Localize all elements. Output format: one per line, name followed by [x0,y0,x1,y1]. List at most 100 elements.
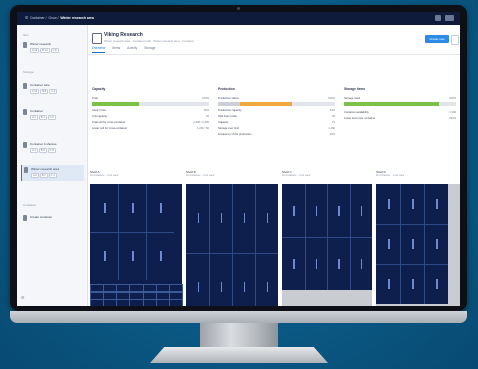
rack-slot-mark [436,239,438,249]
tag: B 6 [38,148,47,153]
sidebar-section-label: Item [23,33,29,37]
container-icon [23,42,27,48]
capacity-panel: Capacity Total 100% Used / Free 40% Unit c… [92,87,209,157]
rack-cell [129,298,144,306]
rack-sublabel: 40 containers · 1 unit used [282,174,311,177]
rack-grid [282,184,372,306]
rack-divider [209,184,210,306]
rack-slot-mark [132,251,134,261]
monitor-stand-neck [200,323,278,347]
rack-card[interactable]: Shelf C 40 containers · 1 unit used [282,170,372,306]
breadcrumb: ☰ Container / Grow / Winter research are… [25,16,94,20]
sidebar-item-label: Winter research area [31,167,60,171]
container-icon [92,33,102,44]
container-icon [24,167,28,173]
tag: B 4 [38,115,47,120]
tag: C 8 [50,48,59,53]
rack-divider [255,184,256,306]
rack-slot-mark [388,199,390,209]
capacity-bar-fill [92,102,139,106]
rack-slot-mark [220,213,222,224]
sidebar-item[interactable]: Container A 4B 4C 6 [21,107,83,123]
sidebar-item-label: Create container [30,215,53,219]
production-bar-fill [240,102,293,106]
sidebar-item-label: Container [30,109,44,113]
rack-slot-mark [132,203,134,213]
breadcrumb-item[interactable]: Grow [48,16,56,20]
rack-slot-mark [197,213,199,224]
divider [88,54,460,55]
rack-divider [376,224,448,225]
rack-grid [376,184,460,306]
sidebar-section-label: Container [23,203,37,207]
sidebar-item-create[interactable]: Create container [21,213,83,229]
tab-items[interactable]: Items [112,46,120,52]
settings-icon[interactable]: ⚙ [21,295,25,300]
tag: C 4 [48,173,57,178]
sidebar-item-label: Container 4 shelves [30,142,57,146]
rack-slot-mark [104,251,106,261]
tag: B 2 [39,173,48,178]
container-icon [23,83,27,89]
container-icon [23,109,27,115]
rack-slot-mark [104,203,106,213]
tab-storage[interactable]: Storage [144,46,155,52]
sidebar-item-selected[interactable]: Winter research area A 2B 2C 4 [21,165,84,181]
monitor-stand-foot [150,347,328,363]
rack-slot-mark [388,239,390,249]
rack-card[interactable]: Shelf D 40 containers · 1 unit used [376,170,460,306]
tag: A 4 [30,115,38,120]
breadcrumb-item[interactable]: Container [30,16,45,20]
notification-icon[interactable] [435,15,441,21]
sidebar-item[interactable]: Winter research A 12 B 14 C 8 [21,40,83,56]
rack-cell [168,298,183,306]
top-bar: ☰ Container / Grow / Winter research are… [17,12,460,25]
rack-slot-mark [293,205,295,216]
sidebar-item[interactable]: Container 4 shelves A 4B 6C 8 [21,140,83,156]
panel-title: Storage items [344,87,366,91]
rack-sublabel: 40 containers · 1 unit used [186,174,215,177]
sidebar-item[interactable]: Container tube A 12 B 8C 4 [21,81,83,97]
rack-slot-mark [412,199,414,209]
rack-cell [116,298,131,306]
tab-overview[interactable]: Overview [92,46,106,53]
rack-slot-mark [220,281,222,292]
stat-row: Lower level over container 100% [344,117,456,120]
main-content: Viking Research Winter research area · C… [88,25,460,306]
rack-slot-mark [160,251,162,261]
tab-activity[interactable]: Activity [127,46,137,52]
rack-card[interactable]: Shelf B 40 containers · 1 unit used [186,170,278,306]
more-options-button[interactable] [451,35,459,45]
rack-divider [282,237,372,238]
sidebar-item-label: Container tube [30,83,50,87]
rack-cell [103,298,118,306]
rack-slot-mark [266,281,268,292]
rack-slot-mark [243,213,245,224]
tag: B 14 [40,48,50,53]
tag: B 8 [40,89,49,94]
stat-row: Lower cell for cross-container 1,200 / 60 [92,127,209,130]
rack-cell [142,298,157,306]
rack-slot-mark [360,205,363,216]
storage-bar [344,102,456,106]
page-title: Viking Research [104,32,143,38]
container-icon [23,142,27,148]
add-icon [23,215,27,221]
rack-sublabel: 40 containers · 1 unit used [90,174,119,177]
rack-card[interactable]: Shelf A 40 containers · 1 unit used [90,170,183,306]
create-button[interactable]: Create new [425,35,449,43]
stat-row: Total cell for cross-container 2,300 / 2,… [92,121,209,124]
rack-sublabel: 40 containers · 1 unit used [376,174,405,177]
rack-slot-mark [388,279,390,289]
rack-slot-mark [412,279,414,289]
rack-divider [424,184,425,304]
rack-slot-mark [243,281,245,292]
panel-title: Production [218,87,235,91]
stat-row: Production status 100% [218,97,335,100]
sidebar-item-label: Winter research [30,42,52,46]
menu-icon[interactable]: ☰ [25,16,28,20]
sidebar: Item Winter research A 12 B 14 C 8 Storage… [17,25,88,306]
rack-cell [155,298,170,306]
user-menu-icon[interactable] [445,15,454,21]
rack-slot-mark [412,239,414,249]
